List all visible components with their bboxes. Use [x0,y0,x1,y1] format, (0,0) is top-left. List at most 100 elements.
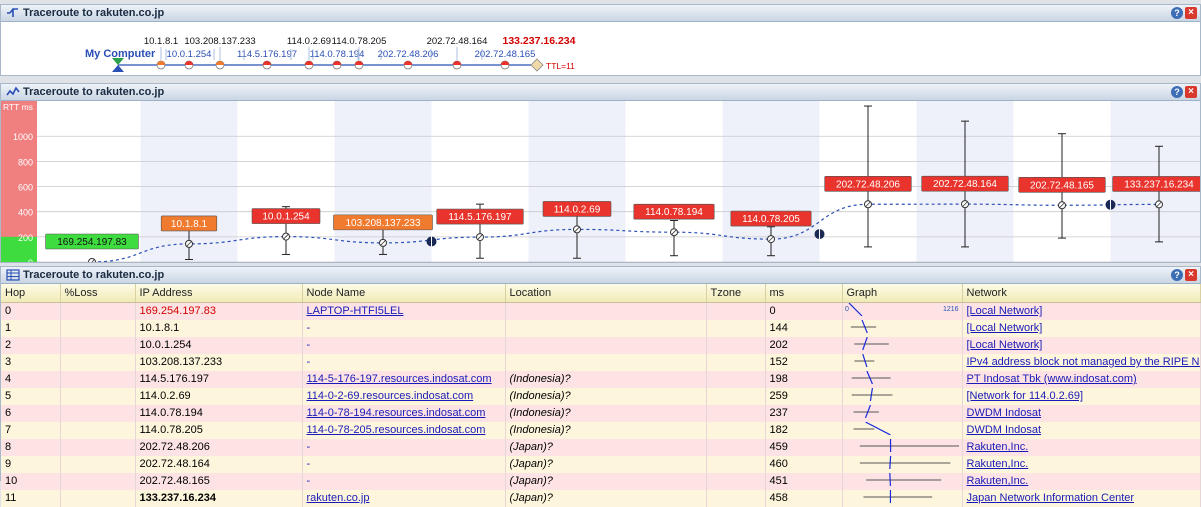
network-link[interactable]: DWDM Indosat [967,407,1042,419]
table-row[interactable]: 10202.72.48.165-(Japan)?451Rakuten,Inc. [1,473,1200,490]
close-icon[interactable]: × [1185,269,1197,281]
node-name-link[interactable]: 114-0-78-205.resources.indosat.com [307,424,486,436]
table-panel-title: Traceroute to rakuten.co.jp [23,269,164,281]
cell-ms: 152 [765,354,842,371]
network-link[interactable]: [Local Network] [967,322,1043,334]
network-link[interactable]: DWDM Indosat [967,424,1042,436]
cell-network[interactable]: Rakuten,Inc. [962,473,1200,490]
help-icon[interactable]: ? [1171,269,1183,281]
table-row[interactable]: 4114.5.176.197114-5-176-197.resources.in… [1,371,1200,388]
cell-location: (Japan)? [505,473,706,490]
col-header-loss[interactable]: %Loss [60,284,135,303]
cell-node[interactable]: - [302,473,505,490]
graph-scale-min: 0 [845,306,849,313]
cell-hop: 5 [1,388,60,405]
cell-network[interactable]: Japan Network Information Center [962,490,1200,507]
hop-data-label: 10.1.8.1 [171,219,208,230]
network-link[interactable]: Japan Network Information Center [967,492,1135,504]
network-link[interactable]: [Network for 114.0.2.69] [967,390,1084,402]
table-row[interactable]: 9202.72.48.164-(Japan)?460Rakuten,Inc. [1,456,1200,473]
col-header-ip[interactable]: IP Address [135,284,302,303]
table-row[interactable]: 110.1.8.1-144[Local Network] [1,320,1200,337]
cell-node[interactable]: - [302,456,505,473]
table-row[interactable]: 7114.0.78.205114-0-78-205.resources.indo… [1,422,1200,439]
cell-network[interactable]: [Local Network] [962,337,1200,354]
cell-network[interactable]: DWDM Indosat [962,405,1200,422]
network-link[interactable]: IPv4 address block not managed by the RI… [967,356,1201,368]
route-panel-title: Traceroute to rakuten.co.jp [23,7,164,19]
cell-node-text: - [307,441,311,453]
table-row[interactable]: 0169.254.197.83LAPTOP-HTFI5LEL001216[Loc… [1,303,1200,321]
col-header-node[interactable]: Node Name [302,284,505,303]
cell-node-text: - [307,475,311,487]
cell-node[interactable]: - [302,439,505,456]
cell-location [505,354,706,371]
row-graph [843,354,963,367]
hop-data-label: 169.254.197.83 [57,237,127,248]
hop-label-top: 114.0.2.69 [287,36,331,47]
cell-hop-text: 0 [5,305,11,317]
hop-data-label: 114.0.2.69 [554,204,601,215]
cell-network[interactable]: DWDM Indosat [962,422,1200,439]
cell-tzone [706,371,765,388]
close-icon[interactable]: × [1185,7,1197,19]
cell-location-text: (Indonesia)? [510,407,571,419]
table-row[interactable]: 5114.0.2.69114-0-2-69.resources.indosat.… [1,388,1200,405]
table-row[interactable]: 11133.237.16.234rakuten.co.jp(Japan)?458… [1,490,1200,507]
network-link[interactable]: Rakuten,Inc. [967,475,1029,487]
cell-node[interactable]: - [302,320,505,337]
node-name-link[interactable]: 114-0-78-194.resources.indosat.com [307,407,486,419]
cell-network[interactable]: [Local Network] [962,303,1200,321]
close-icon[interactable]: × [1185,86,1197,98]
node-name-link[interactable]: rakuten.co.jp [307,492,370,504]
cell-ip: 10.0.1.254 [135,337,302,354]
cell-network[interactable]: IPv4 address block not managed by the RI… [962,354,1200,371]
network-link[interactable]: PT Indosat Tbk (www.indosat.com) [967,373,1137,385]
hop-data-label: 114.5.176.197 [448,212,512,223]
cell-network[interactable]: Rakuten,Inc. [962,439,1200,456]
cell-node[interactable]: 114-5-176-197.resources.indosat.com [302,371,505,388]
node-name-link[interactable]: LAPTOP-HTFI5LEL [307,305,404,317]
cell-network[interactable]: [Local Network] [962,320,1200,337]
network-link[interactable]: Rakuten,Inc. [967,441,1029,453]
hop-table: Hop %Loss IP Address Node Name Location … [1,284,1201,507]
col-header-location[interactable]: Location [505,284,706,303]
cell-node[interactable]: - [302,337,505,354]
hop-data-label: 114.0.78.194 [645,207,703,218]
table-row[interactable]: 6114.0.78.194114-0-78-194.resources.indo… [1,405,1200,422]
cell-network[interactable]: PT Indosat Tbk (www.indosat.com) [962,371,1200,388]
cell-network[interactable]: Rakuten,Inc. [962,456,1200,473]
col-header-ms[interactable]: ms [765,284,842,303]
node-name-link[interactable]: 114-5-176-197.resources.indosat.com [307,373,492,385]
row-graph [843,405,963,418]
cell-ip: 114.0.78.194 [135,405,302,422]
help-icon[interactable]: ? [1171,7,1183,19]
cell-ms-text: 152 [770,356,788,368]
hop-node-fill [453,61,461,65]
table-row[interactable]: 3103.208.137.233-152IPv4 address block n… [1,354,1200,371]
cell-node[interactable]: 114-0-78-194.resources.indosat.com [302,405,505,422]
cell-network[interactable]: [Network for 114.0.2.69] [962,388,1200,405]
cell-hop-text: 9 [5,458,11,470]
cell-node[interactable]: rakuten.co.jp [302,490,505,507]
col-header-graph[interactable]: Graph [842,284,962,303]
col-header-hop[interactable]: Hop [1,284,60,303]
col-header-tzone[interactable]: Tzone [706,284,765,303]
network-link[interactable]: [Local Network] [967,339,1043,351]
network-link[interactable]: Rakuten,Inc. [967,458,1029,470]
cell-tzone [706,422,765,439]
cell-node[interactable]: 114-0-2-69.resources.indosat.com [302,388,505,405]
row-graph [843,490,963,503]
cell-ms: 259 [765,388,842,405]
cell-node[interactable]: LAPTOP-HTFI5LEL [302,303,505,321]
cell-node[interactable]: - [302,354,505,371]
network-link[interactable]: [Local Network] [967,305,1043,317]
table-row[interactable]: 8202.72.48.206-(Japan)?459Rakuten,Inc. [1,439,1200,456]
hop-node-fill [185,61,193,65]
col-header-network[interactable]: Network [962,284,1200,303]
hop-label-top: 133.237.16.234 [503,35,576,47]
help-icon[interactable]: ? [1171,86,1183,98]
node-name-link[interactable]: 114-0-2-69.resources.indosat.com [307,390,474,402]
cell-node[interactable]: 114-0-78-205.resources.indosat.com [302,422,505,439]
table-row[interactable]: 210.0.1.254-202[Local Network] [1,337,1200,354]
